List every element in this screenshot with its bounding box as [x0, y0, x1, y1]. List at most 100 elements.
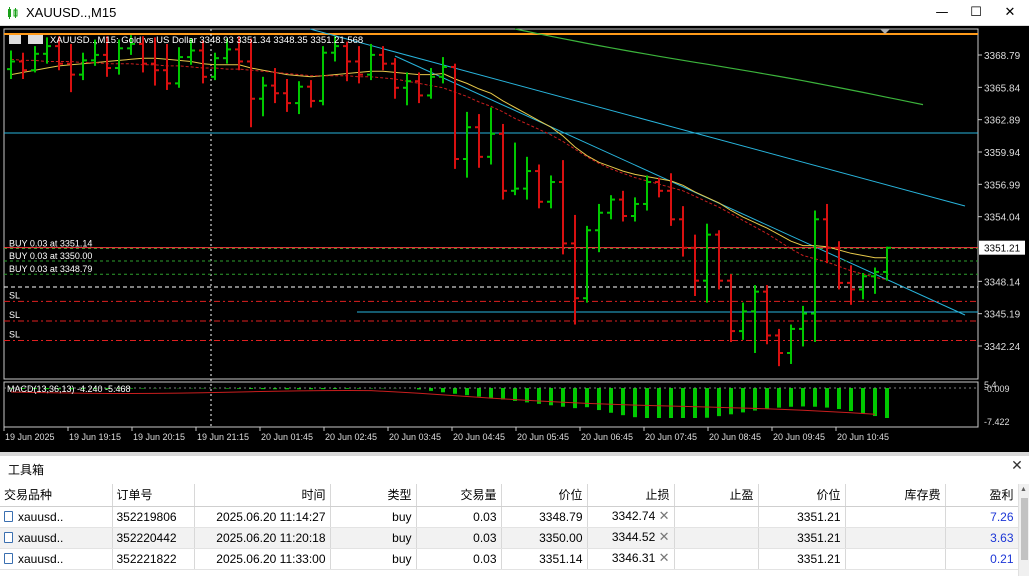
scrollbar-thumb[interactable] — [1021, 498, 1028, 560]
cell-order: 352220442 — [112, 527, 195, 549]
scroll-up-icon[interactable]: ▲ — [1020, 486, 1027, 493]
time-axis-label: 20 Jun 09:45 — [773, 432, 825, 442]
order-icon — [4, 531, 13, 543]
cell-profit: 0.21 — [945, 548, 1019, 570]
price-scale-label: 3354.04 — [984, 213, 1021, 224]
cell-volume: 0.03 — [416, 506, 502, 528]
time-axis-label: 19 Jun 2025 — [5, 432, 55, 442]
stop-loss-label: SL — [9, 330, 20, 340]
cell-time: 2025.06.20 11:33:00 — [194, 548, 331, 570]
time-axis-label: 20 Jun 06:45 — [581, 432, 633, 442]
column-header-profit[interactable]: 盈利 — [945, 484, 1019, 507]
remove-sl-icon[interactable]: ✕ — [659, 551, 670, 566]
maximize-button[interactable]: ☐ — [959, 0, 993, 26]
order-label: BUY 0.03 at 3348.79 — [9, 264, 92, 274]
price-scale-label: 3362.89 — [984, 116, 1021, 127]
main-pane-border — [3, 28, 979, 380]
time-axis-label: 20 Jun 04:45 — [453, 432, 505, 442]
cell-current-price: 3351.21 — [758, 506, 846, 528]
price-chart[interactable]: 3368.79 3365.84 3362.89 3359.94 3356.99 3354.… — [0, 26, 1029, 452]
slow-moving-average — [10, 58, 888, 281]
vertical-scrollbar[interactable]: ▲ — [1018, 484, 1029, 576]
column-header-time[interactable]: 时间 — [194, 484, 331, 507]
cell-volume: 0.03 — [416, 548, 502, 570]
cell-type: buy — [330, 506, 417, 528]
cell-sl: 3346.31 ✕ — [587, 548, 675, 570]
cell-tp — [674, 548, 759, 570]
time-axis-label: 19 Jun 19:15 — [69, 432, 121, 442]
chart-type-icon[interactable] — [28, 35, 43, 44]
cell-swap — [845, 548, 946, 570]
time-axis-label: 20 Jun 01:45 — [261, 432, 313, 442]
cell-time: 2025.06.20 11:14:27 — [194, 506, 331, 528]
cell-sl: 3342.74 ✕ — [587, 506, 675, 528]
table-row[interactable]: xauusd.. 352221822 2025.06.20 11:33:00 b… — [0, 548, 1029, 570]
window-title: XAUUSD..,M15 — [26, 5, 117, 20]
column-header-volume[interactable]: 交易量 — [416, 484, 502, 507]
cell-volume: 0.03 — [416, 527, 502, 549]
close-icon: ✕ — [1011, 458, 1023, 474]
cell-type: buy — [330, 548, 417, 570]
time-axis-label: 20 Jun 10:45 — [837, 432, 889, 442]
table-row[interactable]: xauusd.. 352220442 2025.06.20 11:20:18 b… — [0, 527, 1029, 549]
column-header-order[interactable]: 订单号 — [112, 484, 195, 507]
cell-tp — [674, 506, 759, 528]
cell-profit: 7.26 — [945, 506, 1019, 528]
order-icon — [4, 510, 13, 522]
cell-order: 352221822 — [112, 548, 195, 570]
cell-current-price: 3351.21 — [758, 527, 846, 549]
price-scale-label: 3356.99 — [984, 180, 1021, 191]
cell-symbol: xauusd.. — [0, 506, 113, 528]
cell-time: 2025.06.20 11:20:18 — [194, 527, 331, 549]
remove-sl-icon[interactable]: ✕ — [659, 530, 670, 545]
chart-window-icon — [8, 7, 18, 19]
close-icon: ✕ — [1004, 5, 1016, 20]
macd-scale-min: -7.422 — [984, 417, 1010, 427]
time-axis-label: 20 Jun 08:45 — [709, 432, 761, 442]
time-axis-label: 20 Jun 03:45 — [389, 432, 441, 442]
order-label: BUY 0.03 at 3350.00 — [9, 251, 92, 261]
price-scale-label: 3359.94 — [984, 148, 1021, 159]
stop-loss-label: SL — [9, 290, 20, 300]
orders-table: 交易品种 订单号 时间 类型 交易量 价位 止损 止盈 价位 库存费 盈利 ▼ … — [0, 484, 1029, 570]
remove-sl-icon[interactable]: ✕ — [659, 509, 670, 524]
chart-canvas[interactable]: 3368.79 3365.84 3362.89 3359.94 3356.99 3354.… — [0, 26, 1029, 452]
column-header-swap[interactable]: 库存费 — [845, 484, 946, 507]
price-scale-label: 3365.84 — [984, 83, 1021, 94]
macd-label: MACD(13,36,13) -4.240 -5.468 — [7, 384, 131, 394]
column-header-tp[interactable]: 止盈 — [674, 484, 759, 507]
chart-menu-icon[interactable] — [9, 35, 21, 44]
cell-price: 3351.14 — [501, 548, 588, 570]
cell-type: buy — [330, 527, 417, 549]
cell-profit: 3.63 — [945, 527, 1019, 549]
maximize-icon: ☐ — [970, 5, 982, 20]
toolbox-close-button[interactable]: ✕ — [1009, 458, 1025, 476]
time-axis-label: 19 Jun 20:15 — [133, 432, 185, 442]
column-header-type[interactable]: 类型 — [330, 484, 417, 507]
cell-sl: 3344.52 ✕ — [587, 527, 675, 549]
column-header-price[interactable]: 价位 — [501, 484, 588, 507]
table-row[interactable]: xauusd.. 352219806 2025.06.20 11:14:27 b… — [0, 506, 1029, 528]
minimize-button[interactable]: — — [925, 0, 959, 26]
price-scale-label: 3368.79 — [984, 51, 1021, 62]
time-axis-label: 19 Jun 21:15 — [197, 432, 249, 442]
time-axis-label: 20 Jun 05:45 — [517, 432, 569, 442]
macd-signal-line — [10, 389, 876, 415]
close-button[interactable]: ✕ — [993, 0, 1027, 26]
long-moving-average — [514, 28, 924, 106]
time-axis-label: 20 Jun 02:45 — [325, 432, 377, 442]
column-header-current-price[interactable]: 价位 — [758, 484, 846, 507]
cell-current-price: 3351.21 — [758, 548, 846, 570]
cell-price: 3350.00 — [501, 527, 588, 549]
toolbox-title: 工具箱 — [8, 463, 45, 477]
cell-symbol: xauusd.. — [0, 527, 113, 549]
cell-tp — [674, 527, 759, 549]
column-header-sl[interactable]: 止损 — [587, 484, 675, 507]
current-price-label: 3351.21 — [984, 244, 1021, 255]
column-header-symbol[interactable]: 交易品种 — [0, 484, 113, 507]
chart-header-text: XAUUSD..,M15: Gold vs US Dollar 3348.93 … — [50, 35, 363, 46]
cell-order: 352219806 — [112, 506, 195, 528]
order-label: BUY 0.03 at 3351.14 — [9, 238, 92, 248]
cell-swap — [845, 527, 946, 549]
cell-swap — [845, 506, 946, 528]
